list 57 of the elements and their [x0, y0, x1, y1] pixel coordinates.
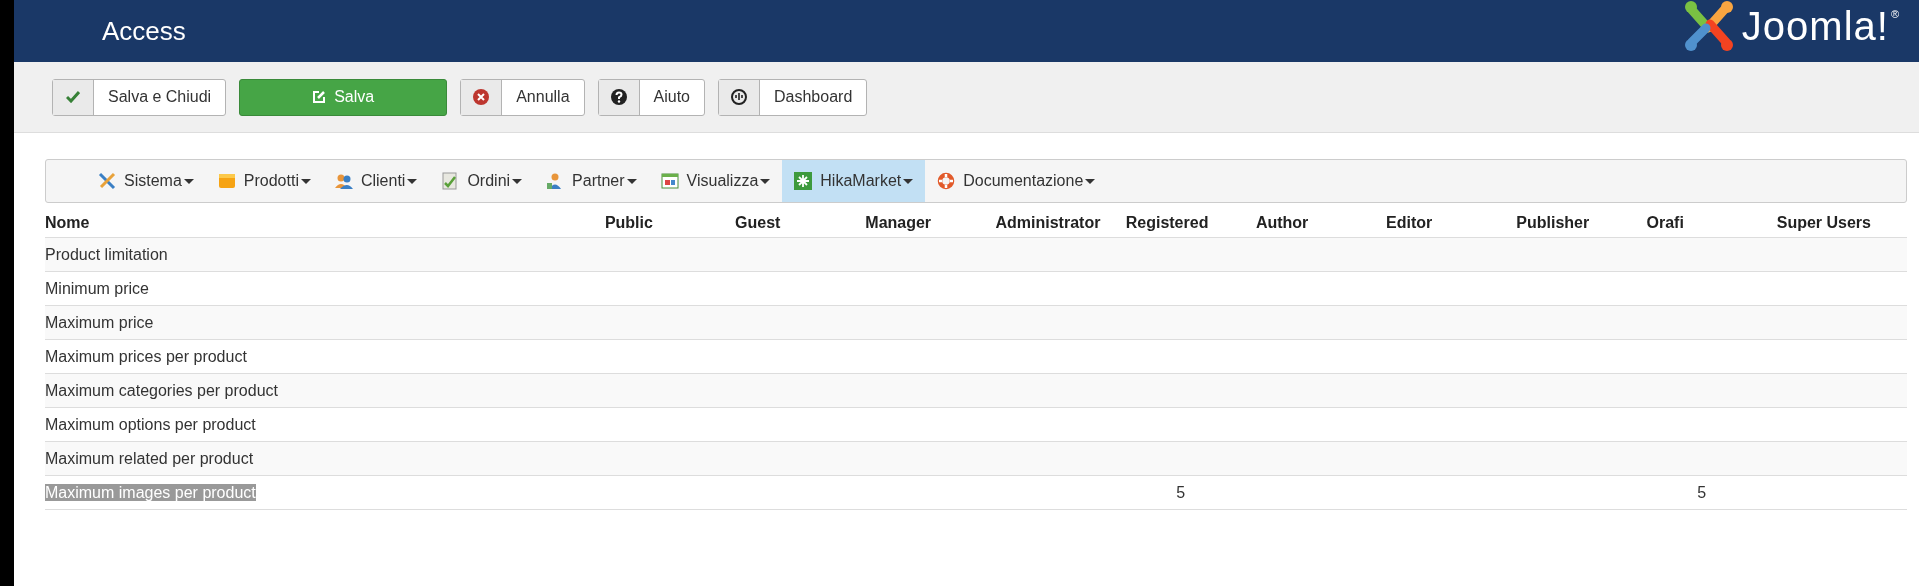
table-cell: 5 — [1176, 483, 1186, 501]
menu-item[interactable]: Documentazione — [925, 160, 1108, 202]
toolbar-button[interactable]: Annulla — [460, 78, 585, 116]
caret-icon — [903, 178, 914, 184]
column-header: Editor — [1386, 209, 1517, 238]
column-header: Publisher — [1516, 209, 1647, 238]
logo-icon — [1683, 0, 1734, 52]
users-icon — [334, 172, 353, 190]
column-header: Orafi — [1646, 209, 1777, 238]
table-cell: Maximum images per product — [45, 483, 256, 501]
lifebuoy-icon — [937, 172, 956, 190]
table-cell: Product limitation — [45, 245, 168, 263]
caret-icon — [626, 178, 637, 184]
caret-icon — [407, 178, 418, 184]
gauge-icon — [731, 89, 747, 105]
window-icon — [660, 172, 679, 190]
help-icon — [610, 89, 627, 105]
table-cell: Maximum related per product — [45, 449, 254, 467]
star-icon — [794, 172, 813, 190]
menu-item[interactable]: Sistema — [86, 160, 206, 202]
logo-text: Joomla! — [1741, 3, 1889, 49]
table-cell: 5 — [1697, 483, 1707, 501]
column-header: Nome — [45, 209, 605, 238]
table-cell: Maximum price — [45, 313, 154, 331]
caret-icon — [512, 178, 523, 184]
tools-icon — [98, 172, 116, 190]
menu-item[interactable]: HikaMarket — [782, 160, 926, 202]
toolbar-button[interactable]: Dashboard — [718, 78, 868, 116]
menu-item[interactable]: Ordini — [429, 160, 535, 202]
document-icon — [441, 172, 460, 190]
table-cell: Minimum price — [45, 279, 149, 297]
menu-item[interactable]: Prodotti — [205, 160, 323, 202]
menu-item[interactable]: Clienti — [322, 160, 430, 202]
caret-icon — [1085, 178, 1096, 184]
column-header: Public — [604, 209, 736, 238]
caret-icon — [760, 178, 771, 184]
box-icon — [217, 172, 236, 190]
edit-icon — [312, 90, 327, 104]
column-header: Administrator — [995, 209, 1126, 238]
column-header: Super Users — [1776, 209, 1907, 238]
cancel-icon — [473, 89, 490, 105]
check-icon — [66, 91, 80, 103]
caret-icon — [183, 178, 194, 184]
column-header: Manager — [865, 209, 996, 238]
table-cell: Maximum categories per product — [45, 381, 278, 399]
toolbar-button[interactable]: Salva e Chiudi — [52, 78, 227, 116]
toolbar-button[interactable]: Aiuto — [597, 78, 705, 116]
caret-icon — [300, 178, 311, 184]
column-header: Guest — [735, 209, 866, 238]
column-header: Author — [1255, 209, 1387, 238]
table-cell: Maximum options per product — [45, 415, 256, 433]
menu-item[interactable]: Visualizza — [648, 160, 783, 202]
registered-mark: ® — [1890, 8, 1899, 20]
menu-item[interactable]: Partner — [534, 160, 649, 202]
column-header: Registered — [1125, 209, 1256, 238]
table-cell: Maximum prices per product — [45, 347, 247, 365]
page-title: Access — [102, 15, 186, 47]
